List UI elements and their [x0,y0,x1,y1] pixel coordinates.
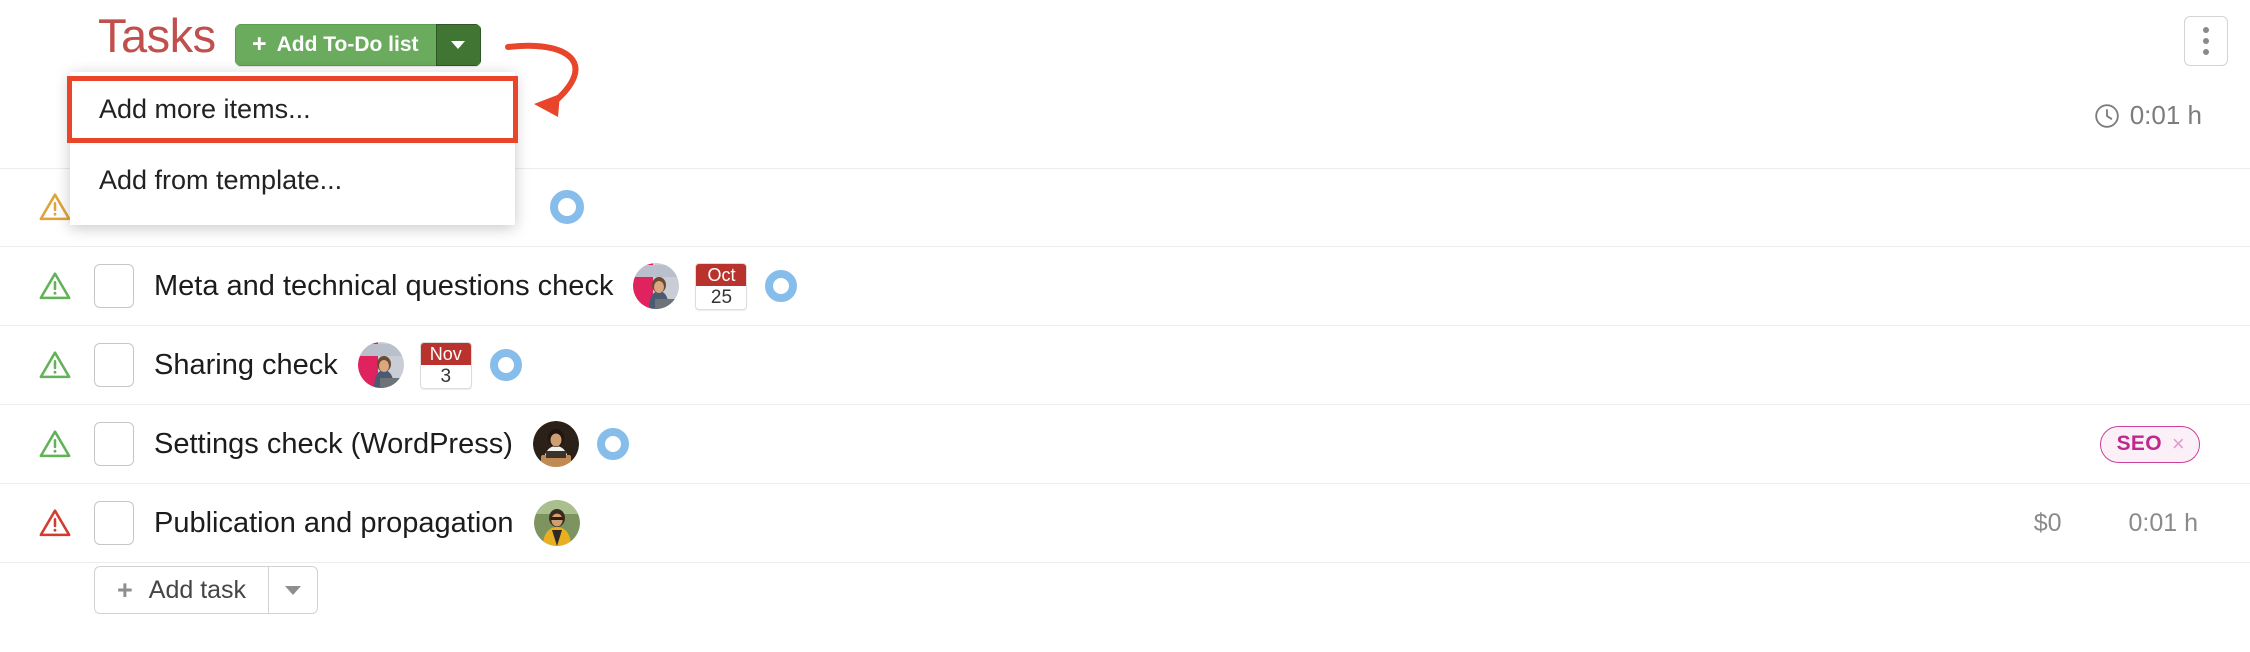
add-todo-list-split-button[interactable]: + Add To-Do list [235,24,481,66]
task-list: Meta and technical questions check Oct 2… [0,168,2250,563]
avatar[interactable] [633,263,680,309]
add-todo-list-menu[interactable]: Add more items... Add from template... [70,72,515,225]
task-name[interactable]: Meta and technical questions check [154,270,613,303]
more-options-button[interactable] [2184,16,2228,66]
chevron-down-icon [285,585,302,595]
task-name[interactable]: Sharing check [154,349,338,382]
chevron-down-icon [451,41,466,49]
menu-item-add-more-items[interactable]: Add more items... [70,78,515,140]
avatar[interactable] [533,500,580,546]
warning-triangle-icon [39,193,71,221]
table-row[interactable]: Meta and technical questions check Oct 2… [0,247,2250,326]
table-row[interactable]: Sharing check Nov 3 [0,326,2250,405]
add-task-dropdown-toggle[interactable] [268,566,319,614]
add-todo-list-label: Add To-Do list [276,33,419,56]
warning-triangle-icon [39,509,71,537]
due-date-badge[interactable]: Oct 25 [695,262,748,310]
due-date-month: Nov [420,342,471,365]
warning-triangle-icon [39,351,71,379]
page-title: Tasks [98,9,216,62]
add-todo-list-button[interactable]: + Add To-Do list [235,24,436,66]
due-date-badge[interactable]: Nov 3 [419,341,472,389]
time-value: 0:01 h [2128,508,2198,537]
kebab-dot-icon [2203,27,2209,33]
cost-and-time: $0 0:01 h [2034,509,2198,538]
page-header: Tasks + Add To-Do list [0,0,2250,72]
add-todo-list-dropdown-toggle[interactable] [435,24,481,66]
menu-item-label: Add from template... [99,164,343,195]
avatar[interactable] [532,421,579,467]
table-row[interactable]: Publication and propagation $0 0:01 h [0,484,2250,563]
plus-icon: + [252,29,267,58]
avatar[interactable] [357,342,404,388]
task-name[interactable]: Publication and propagation [154,507,514,540]
due-date-month: Oct [696,263,747,286]
close-icon[interactable]: × [2172,432,2185,455]
cost-value: $0 [2033,508,2062,537]
progress-ring[interactable] [596,428,629,460]
due-date-day: 3 [440,365,452,387]
progress-ring[interactable] [550,190,584,224]
add-task-label: Add task [148,575,247,604]
total-time-value: 0:01 h [2129,100,2202,130]
plus-icon: + [117,574,133,605]
total-time: 0:01 h [2094,100,2202,131]
kebab-dot-icon [2203,49,2209,55]
status-badge[interactable]: SEO × [2099,425,2200,463]
clock-icon [2094,103,2119,128]
warning-triangle-icon [39,430,71,458]
kebab-dot-icon [2203,38,2209,44]
add-task-split-button[interactable]: + Add task [94,566,319,614]
progress-ring[interactable] [765,270,798,302]
due-date-day: 25 [710,286,733,308]
add-task-button[interactable]: + Add task [94,566,269,614]
task-name[interactable]: Settings check (WordPress) [154,428,513,461]
menu-item-add-from-template[interactable]: Add from template... [70,149,515,211]
task-checkbox[interactable] [94,264,134,308]
menu-item-label: Add more items... [99,93,311,124]
tag-label: SEO [2116,431,2162,455]
warning-triangle-icon [39,272,71,300]
task-checkbox[interactable] [94,501,134,545]
table-row[interactable]: Settings check (WordPress) SEO × [0,405,2250,484]
task-checkbox[interactable] [94,343,134,387]
progress-ring[interactable] [489,349,522,381]
task-checkbox[interactable] [94,422,134,466]
